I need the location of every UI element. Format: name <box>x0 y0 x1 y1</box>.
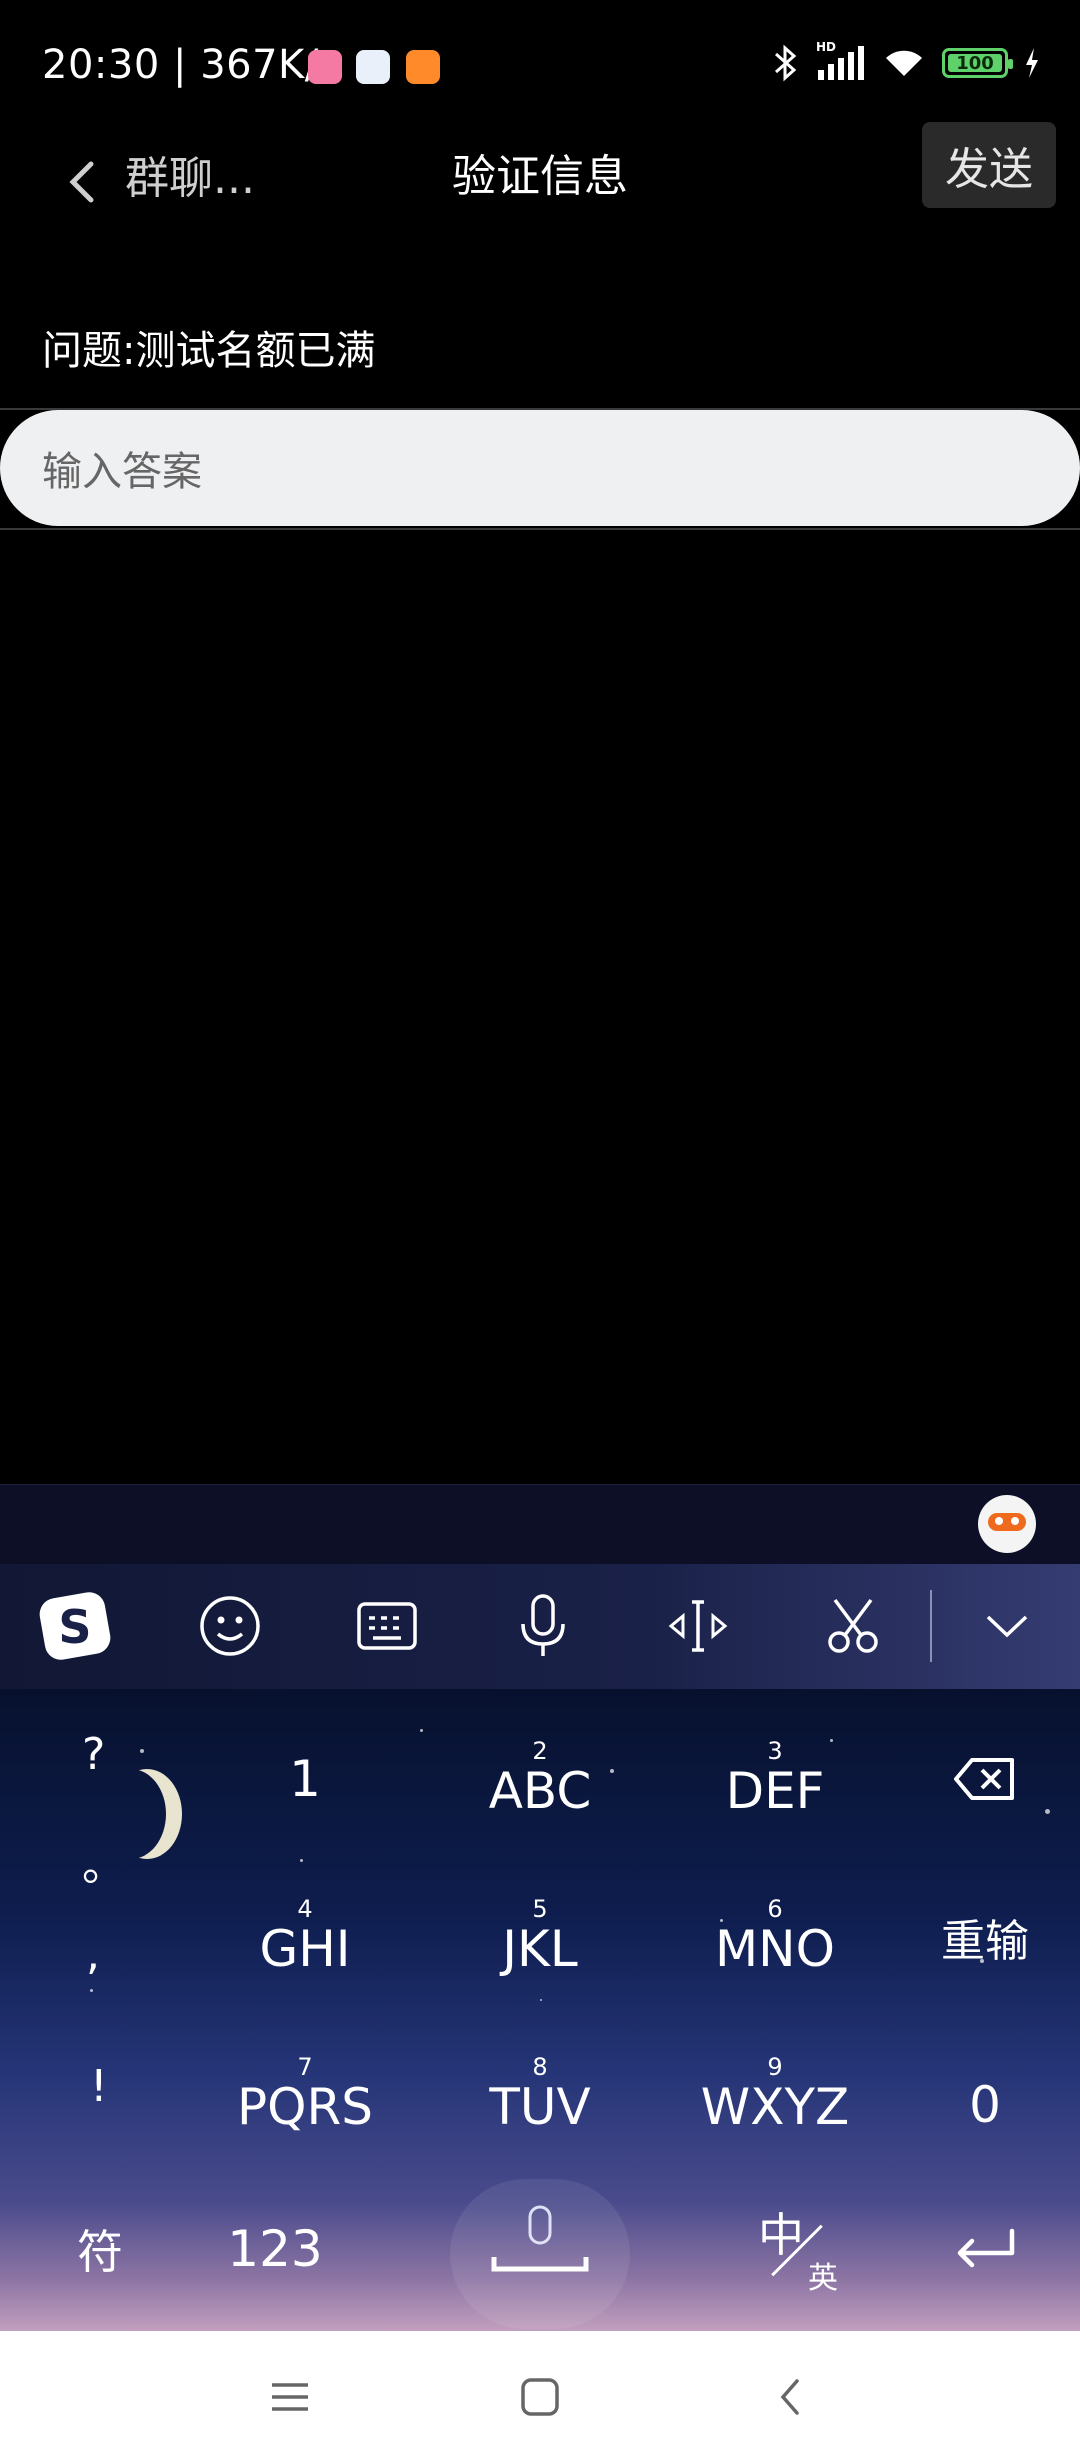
key-exclaim[interactable]: ! <box>90 2061 108 2112</box>
collapse-keyboard-icon[interactable] <box>967 1586 1047 1666</box>
status-right: HD 100 <box>772 40 1040 82</box>
bilibili-app-icon <box>308 50 342 84</box>
wifi-icon <box>886 50 922 76</box>
key-0[interactable]: 0 <box>920 2045 1050 2145</box>
home-icon <box>521 2378 559 2416</box>
bluetooth-icon <box>775 44 797 82</box>
keyboard-icon[interactable] <box>347 1586 427 1666</box>
orange-app-icon <box>406 50 440 84</box>
key-4-ghi[interactable]: 4 GHI <box>230 1887 380 1987</box>
language-switch-key[interactable]: 中 英 <box>740 2189 860 2309</box>
key-2-abc[interactable]: 2 ABC <box>465 1729 615 1829</box>
key-8-tuv[interactable]: 8 TUV <box>465 2045 615 2145</box>
symbol-key[interactable]: 符 <box>50 2199 150 2299</box>
backspace-key[interactable] <box>920 1729 1050 1829</box>
key-comma[interactable]: , <box>86 1929 100 1980</box>
sogou-logo-icon[interactable]: S <box>35 1586 115 1666</box>
status-time-speed: 20:30 | 367K/s <box>42 42 341 88</box>
key-7-pqrs[interactable]: 7 PQRS <box>215 2045 395 2145</box>
keyboard-candidate-bar <box>0 1484 1080 1565</box>
key-5-jkl[interactable]: 5 JKL <box>465 1887 615 1987</box>
enter-icon <box>957 2228 1015 2268</box>
send-button[interactable]: 发送 <box>922 122 1056 208</box>
question-text: 问题:测试名额已满 <box>42 328 376 374</box>
numeric-key[interactable]: 123 <box>215 2199 335 2299</box>
charging-icon <box>1026 48 1038 78</box>
top-bar: 群聊... 验证信息 发送 <box>0 122 1080 250</box>
space-key[interactable] <box>450 2179 630 2329</box>
scissors-icon[interactable] <box>813 1586 893 1666</box>
backspace-icon <box>954 1758 1014 1800</box>
svg-text:S: S <box>58 1600 91 1654</box>
key-1[interactable]: 1 <box>230 1729 380 1829</box>
space-mic-icon <box>491 2205 589 2272</box>
keyboard: ? 。 , ! 1 2 ABC 3 DEF 4 GHI 5 JKL 6 MNO 重输 7P… <box>0 1689 1080 2331</box>
signal-icon: HD <box>814 40 866 82</box>
system-nav-bar <box>0 2331 1080 2460</box>
app-grid-icon <box>356 50 390 84</box>
key-6-mno[interactable]: 6 MNO <box>700 1887 850 1987</box>
emoji-icon[interactable] <box>190 1586 270 1666</box>
menu-nav-button[interactable] <box>260 2367 320 2427</box>
back-nav-icon <box>780 2379 799 2415</box>
key-question[interactable]: ? <box>82 1729 105 1780</box>
status-bar: 20:30 | 367K/s HD 100 <box>0 0 1080 130</box>
battery-icon: 100 <box>942 48 1013 78</box>
divider <box>0 528 1080 530</box>
page-title: 验证信息 <box>452 151 628 202</box>
home-nav-button[interactable] <box>510 2367 570 2427</box>
key-3-def[interactable]: 3 DEF <box>700 1729 850 1829</box>
mascot-icon[interactable] <box>978 1495 1036 1553</box>
key-9-wxyz[interactable]: 9 WXYZ <box>685 2045 865 2145</box>
back-nav-button[interactable] <box>760 2367 820 2427</box>
cursor-move-icon[interactable] <box>658 1586 738 1666</box>
enter-key[interactable] <box>935 2199 1035 2299</box>
menu-icon <box>272 2383 308 2411</box>
toolbar-divider <box>930 1590 932 1662</box>
keyboard-toolbar: S <box>0 1564 1080 1689</box>
answer-input[interactable]: 输入答案 <box>0 410 1080 526</box>
microphone-icon[interactable] <box>503 1586 583 1666</box>
reinput-key[interactable]: 重输 <box>920 1887 1050 1987</box>
key-period[interactable]: 。 <box>82 1829 126 1893</box>
answer-placeholder: 输入答案 <box>42 449 202 495</box>
